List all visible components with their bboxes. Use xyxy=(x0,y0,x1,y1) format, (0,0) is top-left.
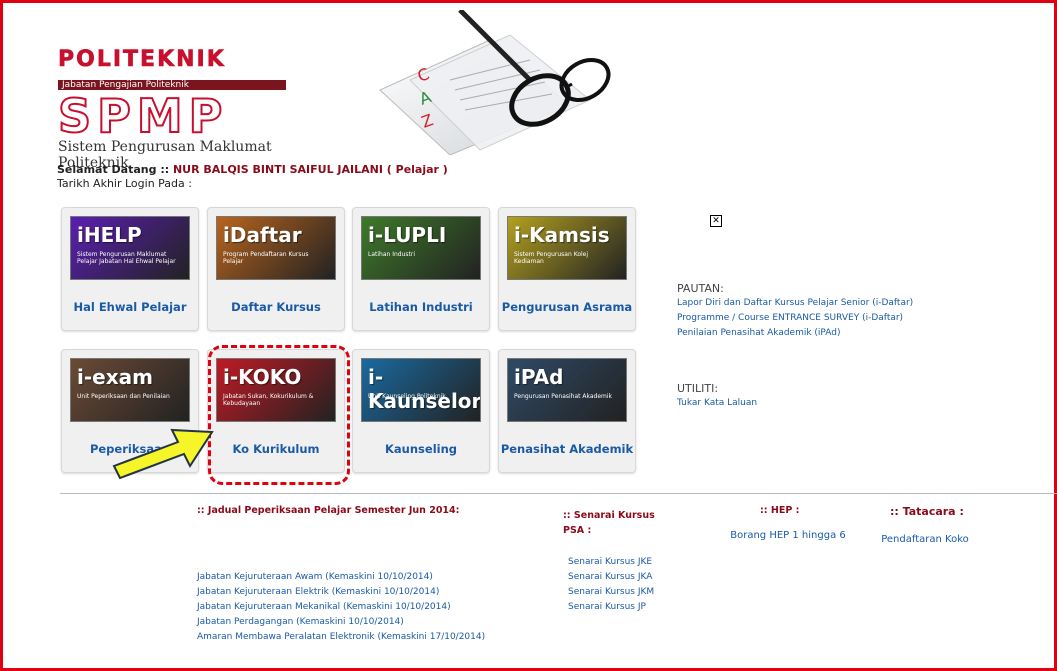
welcome-line: Selamat Datang :: NUR BALQIS BINTI SAIFU… xyxy=(57,163,448,176)
tile-banner-image: i-Kaunselor Unit Kaunseling Politeknik xyxy=(361,358,481,422)
utiliti-heading: UTILITI: xyxy=(677,382,719,395)
koko-registration-link[interactable]: Pendaftaran Koko xyxy=(880,534,970,546)
app-tile[interactable]: i-Kaunselor Unit Kaunseling Politeknik Kau… xyxy=(352,349,490,473)
tile-subtitle: Unit Peperiksaan dan Penilaian xyxy=(77,393,170,400)
hep-link[interactable]: Borang HEP 1 hingga 6 xyxy=(718,530,858,542)
tile-banner-image: iPAd Pengurusan Penasihat Akademik xyxy=(507,358,627,422)
tile-brand: i-LUPLI xyxy=(368,223,447,247)
jadual-link[interactable]: Jabatan Kejuruteraan Awam (Kemaskini 10/… xyxy=(197,570,517,585)
jadual-links: Jabatan Kejuruteraan Awam (Kemaskini 10/… xyxy=(197,570,517,645)
header-illustration: C A Z xyxy=(379,10,611,155)
last-login-text: Tarikh Akhir Login Pada : xyxy=(57,177,192,190)
tile-brand: iPAd xyxy=(514,365,564,389)
pointer-arrow-icon xyxy=(112,428,214,480)
logo-spmp: SPMP xyxy=(57,89,229,143)
tile-banner-image: i-LUPLI Latihan Industri xyxy=(361,216,481,280)
pautan-link[interactable]: Penilaian Penasihat Akademik (iPAd) xyxy=(677,326,913,341)
jadual-link[interactable]: Amaran Membawa Peralatan Elektronik (Kem… xyxy=(197,630,497,645)
logo-politeknik: POLITEKNIK xyxy=(58,47,226,73)
tile-subtitle: Latihan Industri xyxy=(368,251,416,258)
tile-banner-image: iHELP Sistem Pengurusan Maklumat Pelajar … xyxy=(70,216,190,280)
pautan-heading: PAUTAN: xyxy=(677,282,724,295)
psa-link[interactable]: Senarai Kursus JP xyxy=(568,600,654,615)
tile-subtitle: Sistem Pengurusan Kolej Kediaman xyxy=(514,251,589,265)
change-password-link[interactable]: Tukar Kata Laluan xyxy=(677,396,757,411)
spmp-logo: POLITEKNIK Jabatan Pengajian Politeknik … xyxy=(57,47,298,171)
hep-heading: :: HEP : xyxy=(760,505,800,516)
tile-subtitle: Sistem Pengurusan Maklumat Pelajar Jabat… xyxy=(77,251,176,265)
tile-label[interactable]: Daftar Kursus xyxy=(208,300,344,314)
app-tile[interactable]: iPAd Pengurusan Penasihat Akademik Penasih… xyxy=(498,349,636,473)
user-name: NUR BALQIS BINTI SAIFUL JAILANI ( Pelaja… xyxy=(172,163,448,176)
app-tile[interactable]: iDaftar Program Pendaftaran Kursus Pelaja… xyxy=(207,207,345,331)
jadual-link[interactable]: Jabatan Perdagangan (Kemaskini 10/10/201… xyxy=(197,615,517,630)
tile-brand: i-Kaunselor xyxy=(368,365,481,413)
highlight-box xyxy=(208,345,350,485)
jadual-heading: :: Jadual Peperiksaan Pelajar Semester J… xyxy=(197,505,460,516)
psa-links: Senarai Kursus JKE Senarai Kursus JKA Se… xyxy=(568,555,654,615)
close-icon[interactable]: ✕ xyxy=(710,215,722,227)
tile-brand: iDaftar xyxy=(223,223,302,247)
tile-label[interactable]: Hal Ehwal Pelajar xyxy=(62,300,198,314)
tile-label[interactable]: Latihan Industri xyxy=(353,300,489,314)
psa-link[interactable]: Senarai Kursus JKA xyxy=(568,570,654,585)
jadual-link[interactable]: Jabatan Kejuruteraan Mekanikal (Kemaskin… xyxy=(197,600,517,615)
pautan-links: Lapor Diri dan Daftar Kursus Pelajar Sen… xyxy=(677,296,913,341)
pautan-link[interactable]: Lapor Diri dan Daftar Kursus Pelajar Sen… xyxy=(677,296,913,311)
tile-subtitle: Pengurusan Penasihat Akademik xyxy=(514,393,613,400)
psa-link[interactable]: Senarai Kursus JKM xyxy=(568,585,654,600)
tile-label[interactable]: Pengurusan Asrama xyxy=(499,300,635,314)
footer-divider xyxy=(60,493,1057,494)
tile-label[interactable]: Kaunseling xyxy=(353,442,489,456)
tile-brand: iHELP xyxy=(77,223,142,247)
app-tile[interactable]: iHELP Sistem Pengurusan Maklumat Pelajar … xyxy=(61,207,199,331)
jadual-link[interactable]: Jabatan Kejuruteraan Elektrik (Kemaskini… xyxy=(197,585,517,600)
pautan-link[interactable]: Programme / Course ENTRANCE SURVEY (i-Da… xyxy=(677,311,913,326)
tile-banner-image: i-Kamsis Sistem Pengurusan Kolej Kediaman xyxy=(507,216,627,280)
tile-subtitle: Unit Kaunseling Politeknik xyxy=(368,393,446,400)
tile-brand: i-Kamsis xyxy=(514,223,610,247)
tile-banner-image: iDaftar Program Pendaftaran Kursus Pelaja… xyxy=(216,216,336,280)
psa-link[interactable]: Senarai Kursus JKE xyxy=(568,555,654,570)
tile-subtitle: Program Pendaftaran Kursus Pelajar xyxy=(223,251,309,265)
tatacara-heading: :: Tatacara : xyxy=(890,505,964,518)
psa-heading: :: Senarai Kursus PSA : xyxy=(563,510,655,536)
app-tile[interactable]: i-Kamsis Sistem Pengurusan Kolej Kediaman… xyxy=(498,207,636,331)
welcome-prefix: Selamat Datang :: xyxy=(57,163,170,176)
tile-label[interactable]: Penasihat Akademik xyxy=(499,442,635,456)
app-tile[interactable]: i-LUPLI Latihan Industri Latihan Industri xyxy=(352,207,490,331)
tile-banner-image: i-exam Unit Peperiksaan dan Penilaian xyxy=(70,358,190,422)
tile-brand: i-exam xyxy=(77,365,153,389)
